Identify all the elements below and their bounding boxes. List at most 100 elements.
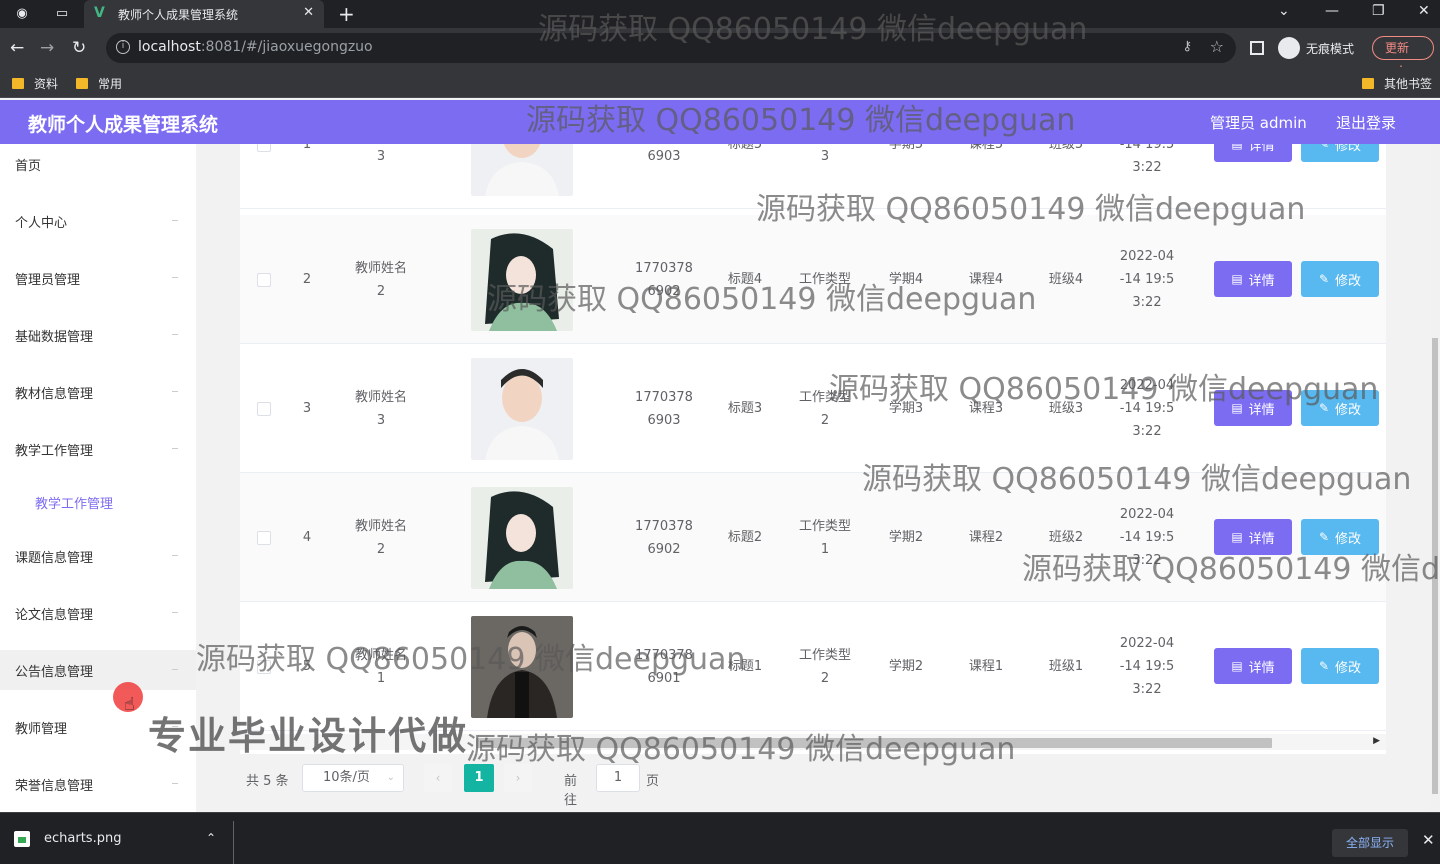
class: 班级3 bbox=[1048, 401, 1084, 416]
sidebar-subitem-teaching[interactable]: 教学工作管理 bbox=[0, 482, 196, 522]
scroll-right-arrow-icon[interactable]: ▶ bbox=[1373, 736, 1380, 746]
chevron-icon bbox=[172, 783, 178, 784]
forward-button[interactable]: → bbox=[40, 38, 54, 58]
teacher-phone: 1770378 6901 bbox=[635, 647, 693, 686]
admin-label: 管理员 admin bbox=[1210, 114, 1307, 132]
password-key-icon[interactable]: ⚷ bbox=[1182, 39, 1192, 54]
term: 学期4 bbox=[888, 272, 924, 287]
sidebar-item-paper[interactable]: 论文信息管理 bbox=[0, 593, 196, 633]
row-checkbox[interactable] bbox=[257, 401, 271, 416]
bookmarks-bar: 资料 常用 其他书签 bbox=[0, 68, 1440, 98]
incognito-label: 无痕模式 bbox=[1306, 41, 1355, 56]
back-button[interactable]: ← bbox=[10, 38, 24, 58]
row-checkbox[interactable] bbox=[257, 659, 271, 674]
vue-logo-icon: V bbox=[94, 5, 105, 21]
download-bar-close-icon[interactable]: ✕ bbox=[1422, 831, 1435, 849]
edit-button[interactable]: ✎ 修改 bbox=[1301, 519, 1379, 555]
folder-icon bbox=[76, 78, 88, 89]
chevron-icon bbox=[172, 391, 178, 392]
edit-button[interactable]: ✎ 修改 bbox=[1301, 390, 1379, 426]
next-page-button[interactable]: › bbox=[504, 764, 532, 792]
browser-tab-bar: ◉ ▭ V 教师个人成果管理系统 ✕ + ⌄ — ❐ ✕ bbox=[0, 0, 1440, 28]
prev-page-button[interactable]: ‹ bbox=[424, 764, 452, 792]
update-button[interactable]: 更新 ⋮ bbox=[1372, 36, 1434, 77]
goto-unit: 页 bbox=[646, 774, 660, 789]
teacher-photo bbox=[471, 144, 573, 196]
teacher-phone: 17703786903 bbox=[647, 148, 681, 164]
work-title: 标题4 bbox=[727, 272, 763, 287]
detail-button[interactable]: ▤ 详情 bbox=[1214, 144, 1292, 162]
page-vertical-scrollbar[interactable] bbox=[1430, 144, 1440, 812]
logout-link[interactable]: 退出登录 bbox=[1336, 112, 1396, 133]
folder-icon bbox=[12, 78, 24, 89]
scrollbar-thumb[interactable] bbox=[476, 738, 1272, 748]
sidebar-item-home[interactable]: 首页 bbox=[0, 144, 196, 184]
address-bar[interactable]: i localhost:8081/#/jiaoxuegongzuo ⚷ ☆ bbox=[106, 33, 1236, 63]
document-icon: ▤ bbox=[1231, 659, 1243, 673]
sidebar-item-teaching[interactable]: 教学工作管理 bbox=[0, 429, 196, 469]
edit-button[interactable]: ✎ 修改 bbox=[1301, 261, 1379, 297]
minimize-button[interactable]: — bbox=[1325, 3, 1339, 19]
detail-button[interactable]: ▤ 详情 bbox=[1214, 261, 1292, 297]
sidebar-item-profile[interactable]: 个人中心 bbox=[0, 201, 196, 241]
checkbox-cell[interactable] bbox=[240, 344, 288, 473]
bookmark-folder-changyong[interactable]: 常用 bbox=[76, 75, 122, 92]
teacher-name: 教师姓名3 bbox=[354, 389, 407, 428]
row-checkbox[interactable] bbox=[257, 530, 271, 545]
detail-button[interactable]: ▤ 详情 bbox=[1214, 648, 1292, 684]
work-title: 标题3 bbox=[727, 401, 763, 416]
browser-tab-active[interactable]: V 教师个人成果管理系统 ✕ bbox=[84, 0, 324, 28]
sidebar-item-project[interactable]: 课题信息管理 bbox=[0, 536, 196, 576]
sidebar-item-basic-data[interactable]: 基础数据管理 bbox=[0, 315, 196, 355]
detail-button[interactable]: ▤ 详情 bbox=[1214, 390, 1292, 426]
term: 学期2 bbox=[888, 530, 924, 545]
edit-button[interactable]: ✎ 修改 bbox=[1301, 144, 1379, 162]
work-type: 工作类型 2 bbox=[798, 389, 851, 428]
edit-button[interactable]: ✎ 修改 bbox=[1301, 648, 1379, 684]
chevron-icon bbox=[172, 669, 178, 670]
checkbox-cell[interactable] bbox=[240, 215, 288, 344]
browser-menu-icon[interactable]: ◉ bbox=[14, 6, 30, 22]
bookmark-star-icon[interactable]: ☆ bbox=[1210, 37, 1224, 56]
row-checkbox[interactable] bbox=[257, 272, 271, 287]
window-close-button[interactable]: ✕ bbox=[1418, 3, 1430, 19]
table-row: 4 教师姓名 2 1770378 6902 标题2 工作类型 1 学期2 课程2 班级2 2022-0… bbox=[240, 473, 1386, 602]
photo-cell bbox=[470, 602, 574, 731]
bookmark-folder-ziliao[interactable]: 资料 bbox=[12, 75, 58, 92]
download-item[interactable]: echarts.png ⌃ bbox=[10, 823, 232, 855]
scrollbar-thumb[interactable] bbox=[1432, 338, 1438, 794]
maximize-button[interactable]: ❐ bbox=[1372, 3, 1385, 19]
sidebar-item-admin[interactable]: 管理员管理 bbox=[0, 258, 196, 298]
side-panel-icon[interactable] bbox=[1250, 41, 1264, 55]
work-title: 标题2 bbox=[727, 530, 763, 545]
page-size-select[interactable]: 10条/页 ⌄ bbox=[302, 764, 404, 792]
page-number-active[interactable]: 1 bbox=[464, 764, 494, 792]
app-header: 教师个人成果管理系统 管理员 admin 退出登录 bbox=[0, 100, 1440, 144]
other-bookmarks[interactable]: 其他书签 bbox=[1362, 75, 1432, 92]
sidebar-item-notice[interactable]: 公告信息管理 bbox=[0, 650, 196, 690]
course: 课程2 bbox=[968, 530, 1004, 545]
tab-close-icon[interactable]: ✕ bbox=[303, 5, 314, 20]
detail-button[interactable]: ▤ 详情 bbox=[1214, 519, 1292, 555]
new-tab-button[interactable]: + bbox=[338, 2, 355, 26]
checkbox-cell[interactable] bbox=[240, 473, 288, 602]
sidebar-item-honor[interactable]: 荣誉信息管理 bbox=[0, 764, 196, 804]
site-info-icon[interactable]: i bbox=[116, 40, 130, 54]
chevron-icon bbox=[172, 220, 178, 221]
create-time: 2022-04-14 19:53:22 bbox=[1119, 507, 1175, 568]
goto-page-input[interactable]: 1 bbox=[596, 764, 640, 792]
chevron-up-icon[interactable]: ⌃ bbox=[206, 831, 216, 845]
checkbox-cell[interactable] bbox=[240, 144, 288, 209]
tab-list-icon[interactable]: ⌄ bbox=[1278, 3, 1290, 19]
term: 学期2 bbox=[888, 659, 924, 674]
incognito-indicator[interactable]: 无痕模式 bbox=[1278, 36, 1354, 60]
teacher-photo bbox=[471, 615, 573, 718]
photo-cell bbox=[470, 215, 574, 344]
term: 学期3 bbox=[888, 401, 924, 416]
reload-button[interactable]: ↻ bbox=[72, 38, 86, 58]
row-checkbox[interactable] bbox=[257, 144, 271, 152]
tab-search-icon[interactable]: ▭ bbox=[54, 6, 70, 22]
show-all-downloads-button[interactable]: 全部显示 bbox=[1332, 829, 1408, 857]
sidebar-item-textbook[interactable]: 教材信息管理 bbox=[0, 372, 196, 412]
class: 班级1 bbox=[1048, 659, 1084, 674]
